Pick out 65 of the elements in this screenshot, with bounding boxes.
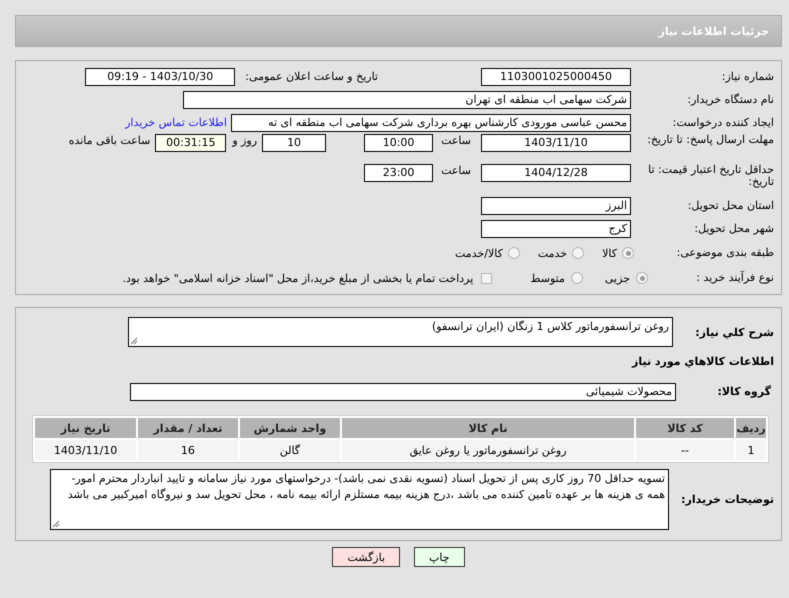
table-cell: روغن ترانسفورماتور یا روغن عایق — [342, 440, 634, 460]
table-cell: 1 — [736, 440, 766, 460]
column-header: نام کالا — [342, 418, 634, 438]
notes-textarea[interactable] — [50, 469, 669, 530]
page-title: جزئیات اطلاعات نیاز — [658, 24, 769, 38]
reply-date-field: 1403/11/10 — [481, 134, 631, 152]
field-label: شهر محل تحویل: — [693, 222, 774, 234]
remaining-label: ساعت باقی مانده — [68, 134, 150, 147]
field-label: گروه کالا: — [716, 386, 772, 398]
days-field: 10 — [262, 134, 326, 152]
field-label: تاریخ و ساعت اعلان عمومی: — [245, 70, 378, 83]
city-field: کرج — [481, 220, 631, 238]
validity-time-field: 23:00 — [364, 164, 434, 182]
requester-field: محسن عباسی مورودی کارشناس بهره برداری شرکت سهامی اب منطقه ای ته — [231, 114, 631, 132]
column-header: تعداد / مقدار — [138, 418, 238, 438]
need-number-field: 1103001025000450 — [481, 68, 631, 86]
field-label: استان محل تحویل: — [686, 200, 774, 212]
checkbox[interactable] — [481, 272, 492, 284]
reply-time-field: 10:00 — [364, 134, 434, 152]
column-header: واحد شمارش — [240, 418, 340, 438]
field-label: ایجاد کننده درخواست: — [672, 116, 774, 128]
table-cell: 1403/11/10 — [35, 440, 136, 460]
radio-button[interactable] — [572, 247, 584, 259]
radio-button[interactable] — [570, 272, 583, 284]
radio-label: کالا — [602, 246, 617, 260]
radio-button[interactable] — [636, 272, 648, 284]
announce-date-field: 1403/10/30 - 09:19 — [85, 68, 236, 86]
time-label: ساعت — [441, 164, 471, 177]
table-cell: گالن — [240, 440, 340, 460]
summary-textarea[interactable]: روغن ترانسفورماتور کلاس 1 زنگان (ایران ترانسفو) — [128, 317, 673, 347]
table-cell: -- — [636, 440, 734, 460]
print-button[interactable]: چاپ — [414, 547, 465, 567]
field-label: نام دستگاه خریدار: — [686, 94, 774, 106]
table-cell: 16 — [138, 440, 238, 460]
province-field: البرز — [481, 196, 631, 214]
field-label: مهلت ارسال پاسخ: تا تاریخ: — [646, 134, 774, 146]
field-label: نوع فرآیند خرید : — [695, 272, 774, 284]
resize-grip-icon[interactable] — [52, 520, 60, 528]
back-button[interactable]: بازگشت — [332, 547, 400, 567]
buyer-org-field: شرکت سهامی اب منطقه ای تهران — [183, 90, 631, 108]
radio-label: کالا/خدمت — [455, 246, 503, 260]
field-label: شرح کلي نياز: — [694, 325, 774, 339]
days-label: روز و — [232, 134, 258, 147]
radio-label: خدمت — [538, 246, 568, 260]
radio-label: جزیی — [604, 272, 630, 284]
validity-date-field: 1404/12/28 — [481, 164, 631, 182]
group-field: محصولات شیمیائی — [130, 382, 676, 400]
notes-text: تسویه حداقل 70 روز کاری پس از تحویل اسناد (تسویه نقدی نمی باشد)- درخواستهای مورد نیاز سامانه و تایید انباردار محترم امور- همه ی هزینه ها بر عهده تامین کننده می باشد ،درج هزینه بیمه مستلزم ارائه بیمه نامه ، محل تحویل سد و نیروگاه امیرکبیر می باشد — [68, 472, 665, 501]
column-header: کد کالا — [636, 418, 734, 438]
remaining-time-field: 00:31:15 — [155, 134, 226, 152]
column-header: رديف — [736, 418, 766, 438]
radio-button[interactable] — [622, 247, 634, 259]
payment-note: پرداخت تمام یا بخشی از مبلغ خرید،از محل "اسناد خزانه اسلامی" خواهد بود. — [122, 272, 474, 284]
resize-grip-icon[interactable] — [130, 337, 138, 345]
field-label: حداقل تاریخ اعتبار قیمت: تا تاریخ: — [647, 164, 774, 188]
field-label: توضیحات خریدار: — [680, 494, 774, 506]
time-label: ساعت — [441, 134, 471, 147]
radio-button[interactable] — [508, 247, 520, 259]
field-label: شماره نیاز: — [720, 70, 774, 82]
section-heading: اطلاعات کالاهاي مورد نياز — [632, 355, 774, 368]
field-label: طبقه بندی موضوعی: — [676, 247, 774, 259]
column-header: تاریخ نیاز — [35, 418, 136, 438]
summary-text: روغن ترانسفورماتور کلاس 1 زنگان (ایران ترانسفو) — [432, 320, 669, 333]
radio-label: متوسط — [530, 272, 565, 284]
contact-link[interactable]: اطلاعات تماس خریدار — [125, 116, 227, 129]
